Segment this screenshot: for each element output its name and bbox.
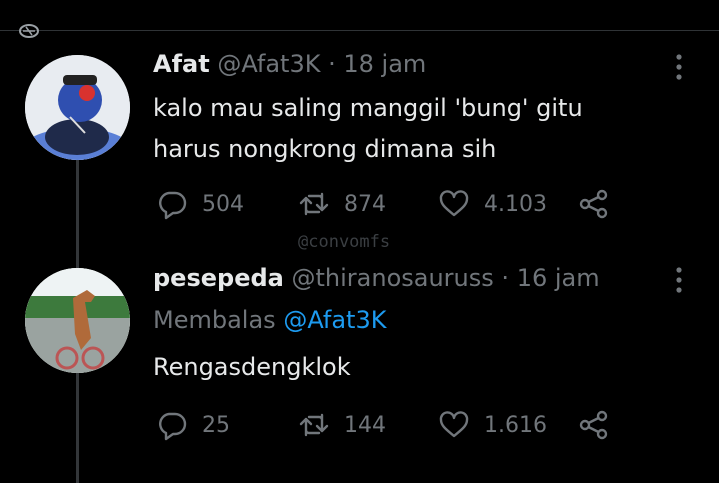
thread-line-bottom: [76, 372, 79, 483]
retweet-count: 144: [344, 412, 386, 438]
more-icon[interactable]: [672, 265, 686, 295]
share-icon[interactable]: [578, 188, 610, 220]
avatar-image: [25, 55, 130, 160]
tweet-text: Rengasdengklok: [153, 347, 351, 388]
reply-button[interactable]: 504: [156, 188, 244, 220]
tweet-text-line: Rengasdengklok: [153, 353, 351, 381]
replying-to-label: Membalas: [153, 306, 276, 334]
like-count: 1.616: [484, 412, 547, 438]
retweet-icon: [299, 192, 329, 216]
tweet-header: pesepeda @thiranosauruss · 16 jam: [153, 264, 600, 292]
avatar[interactable]: [25, 268, 130, 373]
retweet-count: 874: [344, 191, 386, 217]
tweet-text: kalo mau saling manggil 'bung' gitu haru…: [153, 88, 583, 170]
like-icon: [439, 411, 469, 438]
reply-count: 25: [202, 412, 230, 438]
handle[interactable]: @thiranosauruss: [292, 264, 494, 292]
display-name[interactable]: pesepeda: [153, 264, 284, 292]
reply-icon: [159, 191, 187, 220]
avatar[interactable]: [25, 55, 130, 160]
like-button[interactable]: 1.616: [438, 409, 547, 441]
tweet-text-line: harus nongkrong dimana sih: [153, 135, 497, 163]
like-icon: [439, 190, 469, 217]
reply-count: 504: [202, 191, 244, 217]
retweet-button[interactable]: 874: [298, 188, 386, 220]
share-icon[interactable]: [578, 409, 610, 441]
timestamp[interactable]: 18 jam: [343, 50, 426, 78]
corner-glyph-icon: [19, 24, 39, 38]
like-button[interactable]: 4.103: [438, 188, 547, 220]
like-count: 4.103: [484, 191, 547, 217]
retweet-icon: [299, 413, 329, 437]
watermark: @convomfs: [298, 232, 391, 252]
tweet-text-line: kalo mau saling manggil 'bung' gitu: [153, 94, 583, 122]
display-name[interactable]: Afat: [153, 50, 210, 78]
replying-to-mention[interactable]: @Afat3K: [283, 306, 386, 334]
reply-icon: [159, 412, 187, 441]
tweet-header: Afat @Afat3K · 18 jam: [153, 50, 426, 78]
replying-to: Membalas @Afat3K: [153, 306, 386, 334]
reply-button[interactable]: 25: [156, 409, 230, 441]
avatar-image: [25, 268, 130, 373]
timestamp[interactable]: 16 jam: [517, 264, 600, 292]
separator: ·: [501, 264, 510, 292]
more-icon[interactable]: [672, 52, 686, 82]
thread-line-top: [76, 158, 79, 270]
retweet-button[interactable]: 144: [298, 409, 386, 441]
handle[interactable]: @Afat3K: [217, 50, 320, 78]
separator: ·: [328, 50, 336, 78]
top-divider: [0, 30, 719, 31]
